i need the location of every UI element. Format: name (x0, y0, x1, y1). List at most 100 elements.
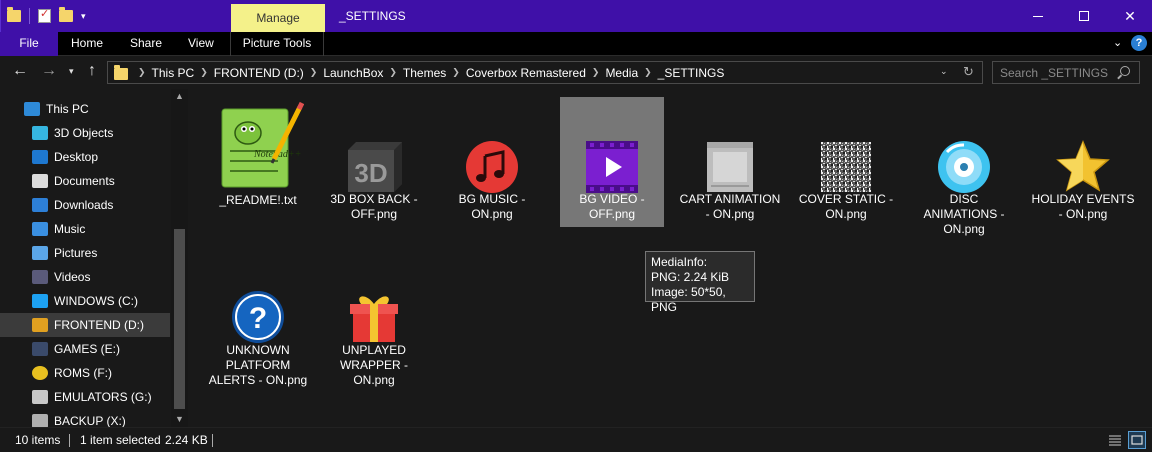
breadcrumb-themes[interactable]: Themes (403, 66, 446, 80)
tree-item-documents[interactable]: Documents (0, 169, 170, 193)
maximize-button[interactable] (1061, 0, 1107, 32)
tree-item-roms-drive[interactable]: ROMS (F:) (0, 361, 170, 385)
status-divider (69, 434, 70, 447)
file-name: BG MUSIC - ON.png (458, 192, 526, 221)
file-list: Notepad++ _README!.txt 3D 3D BOX BACK - … (188, 89, 1152, 427)
tab-file[interactable]: File (0, 32, 58, 56)
file-name: HOLIDAY EVENTS - ON.png (1031, 192, 1135, 221)
tree-item-windows-drive[interactable]: WINDOWS (C:) (0, 289, 170, 313)
star-icon (1053, 137, 1113, 197)
file-item[interactable]: HOLIDAY EVENTS - ON.png (1031, 97, 1135, 227)
file-item[interactable]: UNPLAYED WRAPPER - ON.png (322, 283, 426, 413)
breadcrumb-coverbox[interactable]: Coverbox Remastered (466, 66, 586, 80)
minimize-button[interactable] (1015, 0, 1061, 32)
tree-item-label: GAMES (E:) (54, 342, 121, 356)
file-item[interactable]: COVER STATIC - ON.png (794, 97, 898, 227)
breadcrumb-this-pc[interactable]: This PC (152, 66, 195, 80)
film-icon (32, 270, 48, 284)
tree-item-downloads[interactable]: Downloads (0, 193, 170, 217)
back-arrow-icon[interactable]: ← (12, 62, 28, 80)
address-bar[interactable]: ❯ This PC ❯ FRONTEND (D:) ❯ LaunchBox ❯ … (107, 61, 983, 84)
status-bar: 10 items 1 item selected 2.24 KB (0, 427, 1152, 452)
file-item[interactable]: DISC ANIMATIONS - ON.png (912, 97, 1016, 236)
tree-item-label: 3D Objects (54, 126, 114, 140)
breadcrumb-media[interactable]: Media (605, 66, 638, 80)
tree-item-pictures[interactable]: Pictures (0, 241, 170, 265)
chevron-right-icon[interactable]: ❯ (138, 67, 146, 78)
details-view-button[interactable] (1106, 431, 1124, 449)
large-icons-view-button[interactable] (1128, 431, 1146, 449)
status-divider (212, 434, 213, 447)
close-button[interactable]: ✕ (1107, 0, 1152, 32)
quick-access-toolbar: ▾ (7, 7, 86, 24)
tree-item-label: ROMS (F:) (54, 366, 112, 380)
tab-manage[interactable]: Manage (231, 4, 325, 32)
search-input[interactable]: Search _SETTINGS (1000, 66, 1108, 80)
file-item[interactable]: BG MUSIC - ON.png (440, 97, 544, 227)
tree-item-label: Videos (54, 270, 91, 284)
tree-item-label: Music (54, 222, 86, 236)
help-icon[interactable]: ? (1131, 35, 1147, 51)
breadcrumb: ❯ This PC ❯ FRONTEND (D:) ❯ LaunchBox ❯ … (132, 62, 724, 83)
chevron-right-icon[interactable]: ❯ (644, 67, 652, 78)
chevron-right-icon[interactable]: ❯ (452, 67, 460, 78)
recent-locations-icon[interactable]: ▾ (69, 66, 74, 77)
file-item[interactable]: 3D 3D BOX BACK - OFF.png (322, 97, 426, 227)
address-dropdown-icon[interactable]: ⌄ (940, 66, 948, 77)
search-box[interactable]: Search _SETTINGS (992, 61, 1140, 84)
up-arrow-icon[interactable]: ↑ (88, 62, 96, 80)
tree-item-videos[interactable]: Videos (0, 265, 170, 289)
tree-item-3d-objects[interactable]: 3D Objects (0, 121, 170, 145)
launchbox-drive-icon (32, 318, 48, 332)
file-name: _README!.txt (219, 193, 297, 207)
file-item[interactable]: Notepad++ _README!.txt (206, 97, 310, 227)
address-bar-row: ← → ▾ ↑ ❯ This PC ❯ FRONTEND (D:) ❯ Laun… (0, 56, 1152, 89)
chevron-right-icon[interactable]: ❯ (592, 67, 600, 78)
tree-item-music[interactable]: Music (0, 217, 170, 241)
breadcrumb-launchbox[interactable]: LaunchBox (323, 66, 383, 80)
svg-text:?: ? (249, 302, 267, 335)
breadcrumb-frontend[interactable]: FRONTEND (D:) (214, 66, 304, 80)
chevron-right-icon[interactable]: ❯ (310, 67, 318, 78)
folder-icon[interactable] (7, 7, 21, 22)
forward-arrow-icon[interactable]: → (41, 62, 57, 80)
tree-item-desktop[interactable]: Desktop (0, 145, 170, 169)
desktop-icon (32, 150, 48, 164)
scroll-down-icon[interactable]: ▼ (175, 414, 184, 424)
window-title: _SETTINGS (339, 9, 406, 23)
notepad-plus-plus-icon: Notepad++ (214, 99, 304, 189)
file-item[interactable]: ? UNKNOWN PLATFORM ALERTS - ON.png (206, 283, 310, 413)
drive-icon (32, 414, 48, 427)
tab-picture-tools[interactable]: Picture Tools (230, 32, 324, 56)
new-folder-icon[interactable] (59, 7, 73, 22)
tree-item-label: EMULATORS (G:) (54, 390, 152, 404)
tab-home[interactable]: Home (71, 32, 103, 56)
refresh-icon[interactable]: ↻ (963, 64, 974, 80)
tab-share[interactable]: Share (130, 32, 162, 56)
pacman-drive-icon (32, 366, 48, 380)
chevron-right-icon[interactable]: ❯ (200, 67, 208, 78)
properties-icon[interactable] (38, 7, 51, 23)
selected-size: 2.24 KB (165, 433, 208, 447)
chevron-right-icon[interactable]: ❯ (389, 67, 397, 78)
details-view-icon (1109, 435, 1121, 446)
nav-scrollbar[interactable]: ▲ ▼ (171, 89, 188, 427)
customize-toolbar-dropdown-icon[interactable]: ▾ (81, 11, 86, 22)
file-item-selected[interactable]: BG VIDEO - OFF.png (560, 97, 664, 227)
tree-item-frontend-drive[interactable]: FRONTEND (D:) (0, 313, 170, 337)
file-name: BG VIDEO - OFF.png (579, 192, 645, 221)
scrollbar-thumb[interactable] (174, 229, 185, 409)
tab-view[interactable]: View (188, 32, 214, 56)
scroll-up-icon[interactable]: ▲ (175, 91, 184, 101)
tree-item-label: This PC (46, 102, 89, 116)
breadcrumb-settings[interactable]: _SETTINGS (658, 66, 725, 80)
expand-ribbon-icon[interactable]: ⌄ (1113, 36, 1122, 49)
tree-item-this-pc[interactable]: This PC (0, 97, 170, 121)
tree-item-games-drive[interactable]: GAMES (E:) (0, 337, 170, 361)
tree-item-emulators-drive[interactable]: EMULATORS (G:) (0, 385, 170, 409)
file-item[interactable]: CART ANIMATION - ON.png (678, 97, 782, 227)
picture-icon (32, 246, 48, 260)
tree-item-backup-drive[interactable]: BACKUP (X:) (0, 409, 170, 427)
file-name: CART ANIMATION - ON.png (679, 192, 781, 221)
ribbon-tabs: File Home Share View Picture Tools ⌄ ? (0, 32, 1152, 56)
